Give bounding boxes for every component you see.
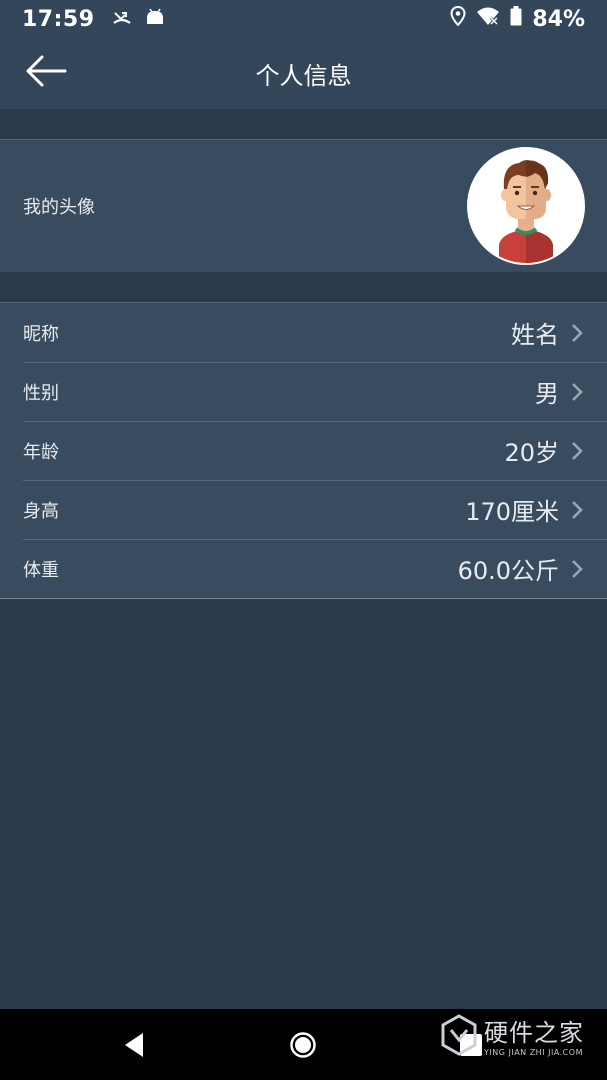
row-label: 昵称 bbox=[23, 323, 59, 345]
avatar-label: 我的头像 bbox=[23, 197, 95, 218]
status-left-icons bbox=[112, 7, 165, 32]
status-right-icons: 84% bbox=[450, 5, 585, 32]
profile-row-nickname[interactable]: 昵称 姓名 bbox=[0, 303, 607, 362]
location-icon bbox=[450, 5, 466, 32]
battery-icon bbox=[510, 6, 522, 32]
profile-list: 昵称 姓名 性别 男 年龄 20岁 身高 170厘米 体重 60.0公斤 bbox=[0, 302, 607, 599]
row-label: 体重 bbox=[23, 559, 59, 581]
row-label: 身高 bbox=[23, 500, 59, 522]
avatar[interactable] bbox=[467, 147, 585, 265]
app-bar: 个人信息 bbox=[0, 38, 607, 109]
chevron-right-icon bbox=[571, 323, 585, 343]
android-icon bbox=[145, 7, 165, 32]
watermark-sub: YING JIAN ZHI JIA.COM bbox=[484, 1048, 583, 1057]
profile-row-height[interactable]: 身高 170厘米 bbox=[0, 480, 607, 539]
chevron-right-icon bbox=[571, 559, 585, 579]
row-value: 60.0公斤 bbox=[457, 557, 559, 585]
battery-percent: 84% bbox=[532, 6, 585, 32]
missed-call-icon bbox=[112, 7, 131, 32]
back-button[interactable] bbox=[24, 52, 70, 94]
row-value: 170厘米 bbox=[465, 498, 559, 526]
row-label: 性别 bbox=[23, 382, 59, 404]
chevron-right-icon bbox=[571, 500, 585, 520]
watermark-logo-icon bbox=[441, 1014, 477, 1056]
back-triangle-icon bbox=[125, 1033, 143, 1057]
watermark-name: 硬件之家 bbox=[484, 1019, 584, 1047]
profile-row-gender[interactable]: 性别 男 bbox=[0, 362, 607, 421]
section-gap bbox=[0, 109, 607, 139]
nav-back-button[interactable] bbox=[121, 1031, 147, 1059]
arrow-left-icon bbox=[25, 54, 69, 92]
avatar-row[interactable]: 我的头像 bbox=[0, 139, 607, 272]
profile-row-age[interactable]: 年龄 20岁 bbox=[0, 421, 607, 480]
row-value: 姓名 bbox=[511, 321, 559, 349]
row-value: 男 bbox=[535, 380, 559, 408]
row-value: 20岁 bbox=[504, 439, 559, 467]
watermark-text: 硬件之家 YING JIAN ZHI JIA.COM bbox=[484, 1013, 584, 1057]
chevron-right-icon bbox=[571, 441, 585, 461]
home-circle-icon bbox=[290, 1032, 316, 1058]
section-gap bbox=[0, 272, 607, 302]
status-time: 17:59 bbox=[22, 6, 95, 32]
page-title: 个人信息 bbox=[255, 62, 352, 90]
row-label: 年龄 bbox=[23, 441, 59, 463]
male-avatar-icon bbox=[469, 149, 583, 263]
nav-home-button[interactable] bbox=[290, 1032, 316, 1058]
chevron-right-icon bbox=[571, 382, 585, 402]
watermark: 硬件之家 YING JIAN ZHI JIA.COM bbox=[440, 1010, 600, 1060]
profile-row-weight[interactable]: 体重 60.0公斤 bbox=[0, 539, 607, 598]
status-bar: 17:59 84% bbox=[0, 0, 607, 38]
wifi-icon bbox=[476, 6, 500, 32]
